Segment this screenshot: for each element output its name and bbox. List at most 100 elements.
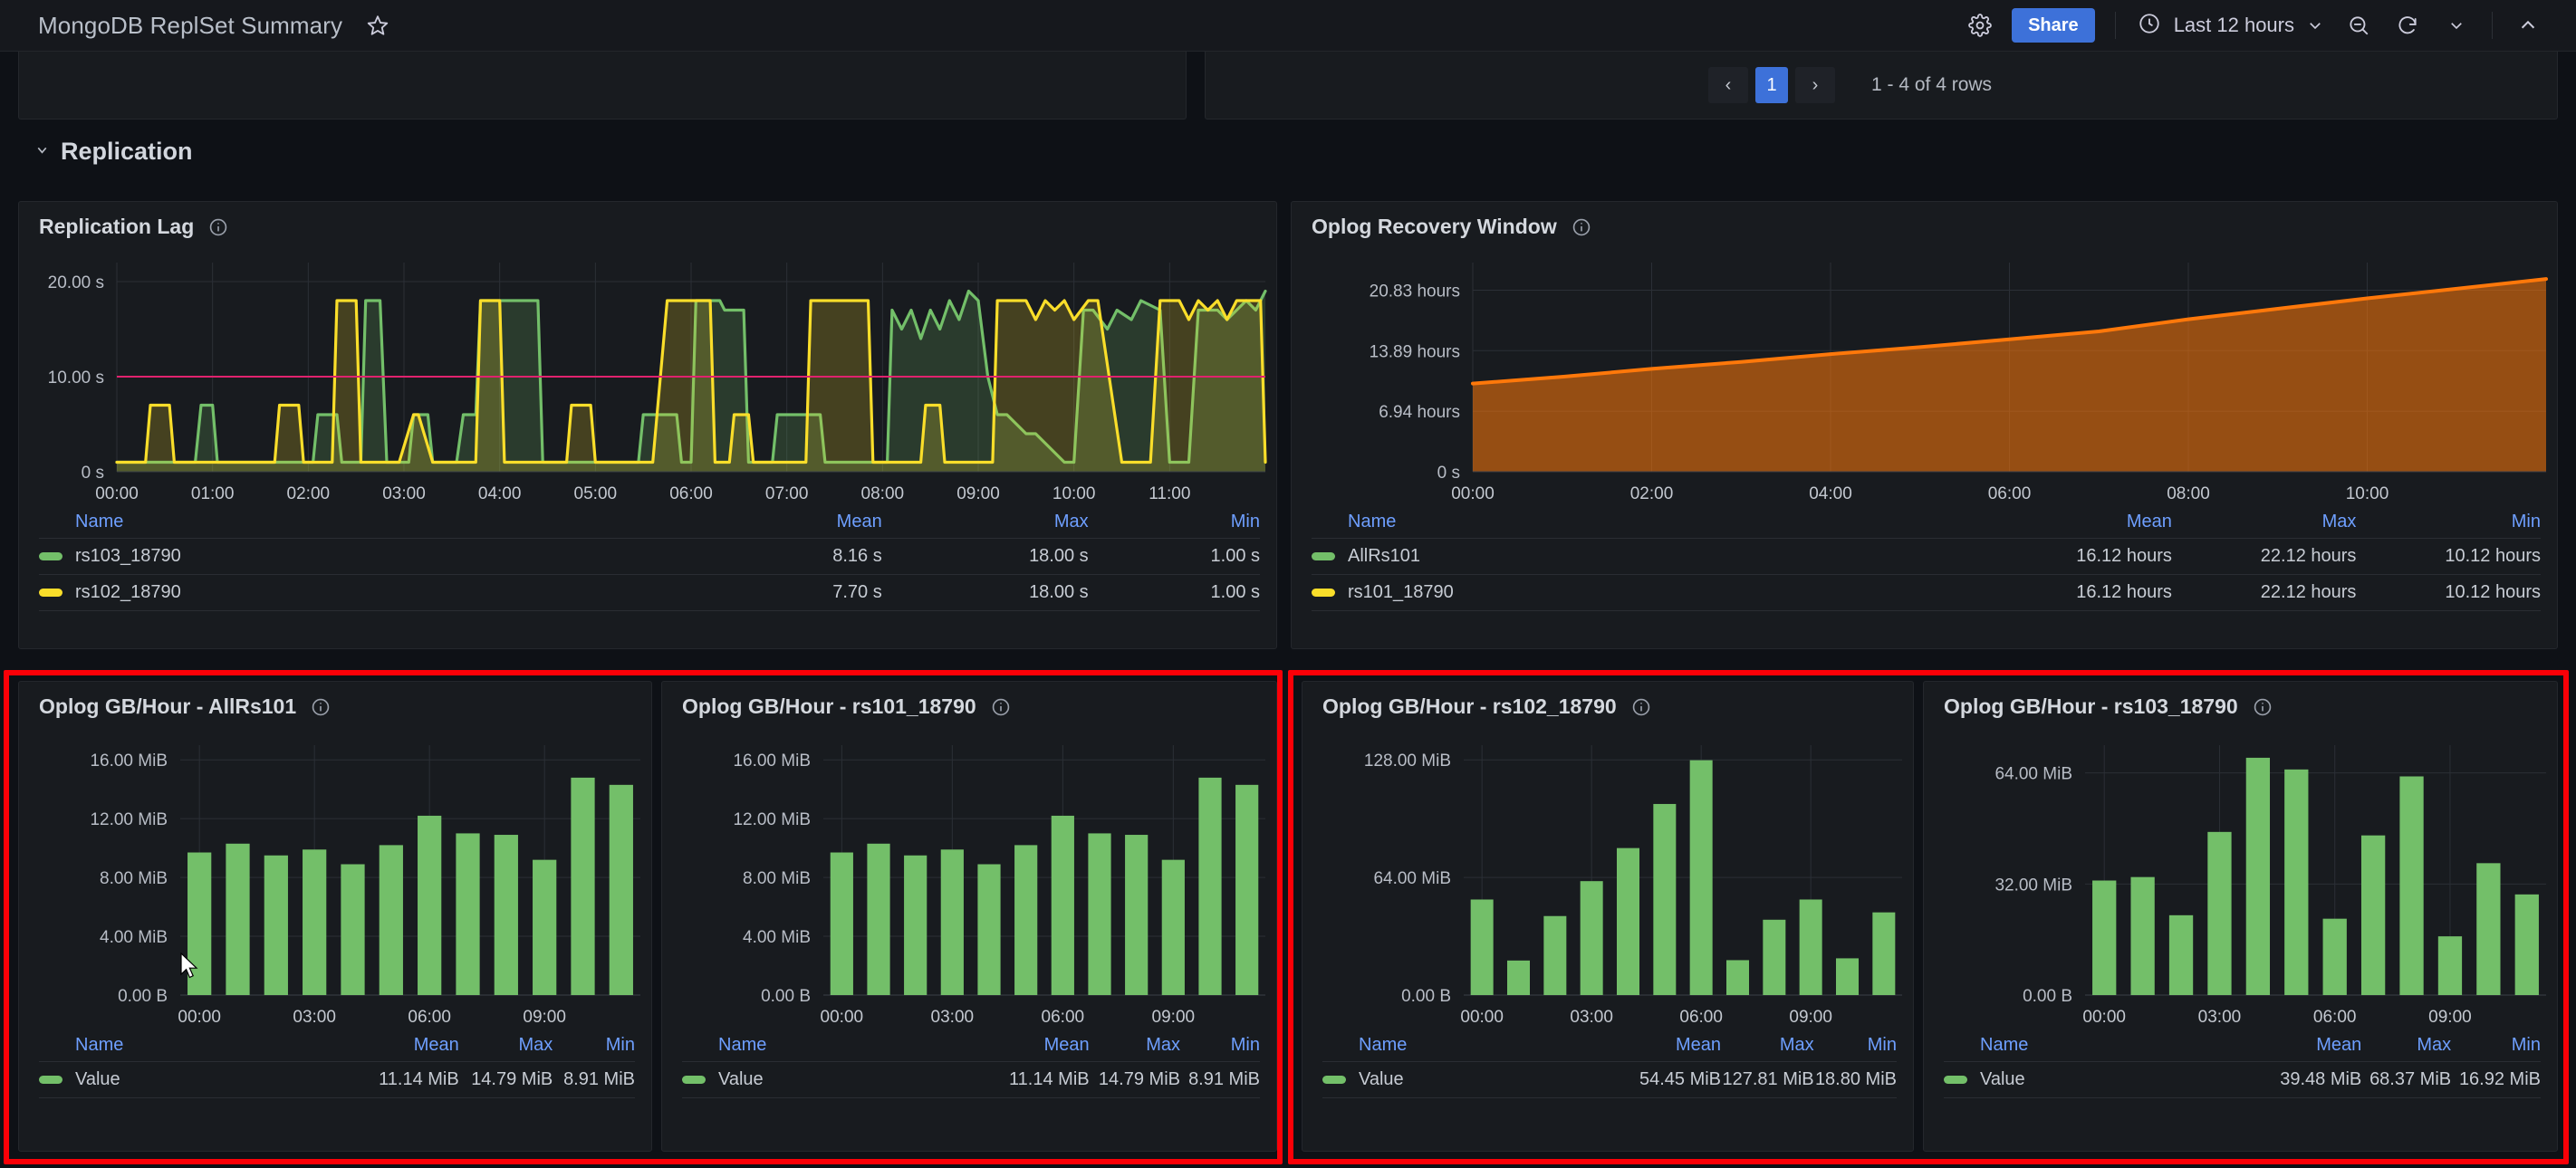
zoom-out-icon[interactable] [2334,5,2383,46]
legend-color-swatch[interactable] [39,589,62,597]
bar[interactable] [2437,936,2463,995]
bar[interactable] [379,845,403,995]
legend-header-mean[interactable]: Mean [710,510,882,539]
legend-color-swatch[interactable] [682,1076,706,1084]
legend-header-name[interactable]: Name [39,1033,367,1062]
bar[interactable] [494,835,518,995]
legend-color-swatch[interactable] [39,1076,62,1084]
legend-header-min[interactable]: Min [1180,1033,1260,1062]
bar[interactable] [1125,835,1149,995]
legend-series-name-cell[interactable]: rs101_18790 [1312,574,1988,611]
bar[interactable] [1725,960,1750,995]
legend-row[interactable]: Value 11.14 MiB 14.79 MiB 8.91 MiB [39,1061,635,1098]
legend-series-name-cell[interactable]: rs102_18790 [39,574,711,611]
bar[interactable] [1088,833,1111,995]
bar[interactable] [533,859,557,995]
bar[interactable] [571,777,595,995]
bar[interactable] [2245,757,2271,995]
bar[interactable] [2399,776,2424,996]
info-icon[interactable] [208,217,228,237]
bar[interactable] [867,843,890,995]
info-icon[interactable] [1631,697,1651,717]
bar[interactable] [226,843,250,995]
bar[interactable] [341,864,365,995]
bar[interactable] [2360,835,2386,995]
legend-row[interactable]: Value 11.14 MiB 14.79 MiB 8.91 MiB [682,1061,1260,1098]
legend-color-swatch[interactable] [1944,1076,1967,1084]
chart-replication-lag[interactable]: 0 s 10.00 s 20.00 s 00:00 01:00 02:00 03:00 04:… [19,252,1278,510]
star-icon[interactable] [366,14,389,37]
bar[interactable] [1763,919,1786,995]
legend-row[interactable]: rs102_18790 7.70 s 18.00 s 1.00 s [39,574,1260,611]
bar[interactable] [977,864,1001,995]
info-icon[interactable] [991,697,1011,717]
legend-color-swatch[interactable] [1312,552,1335,560]
legend-color-swatch[interactable] [39,552,62,560]
bar[interactable] [904,855,928,995]
bar[interactable] [2284,769,2309,995]
panel-header-oplog-gb-hour-allrs101[interactable]: Oplog GB/Hour - AllRs101 [39,694,331,719]
legend-series-name-cell[interactable]: AllRs101 [1312,538,1988,575]
time-range-picker[interactable]: Last 12 hours [2127,5,2334,45]
info-icon[interactable] [311,697,331,717]
legend-header-max[interactable]: Max [2361,1033,2451,1062]
chart-oplog-gb-hour-rs103[interactable]: 0.00 B 32.00 MiB 64.00 MiB 00:00 03:00 06:00 0… [1924,734,2559,1033]
legend-header-min[interactable]: Min [553,1033,635,1062]
chart-oplog-gb-hour-allrs101[interactable]: 0.00 B 4.00 MiB 8.00 MiB 12.00 MiB 16.00 MiB… [19,734,653,1033]
bar[interactable] [1872,912,1896,995]
legend-header-max[interactable]: Max [1090,1033,1180,1062]
legend-header-min[interactable]: Min [2356,510,2541,539]
bar[interactable] [609,784,633,995]
chart-oplog-gb-hour-rs102[interactable]: 0.00 B 64.00 MiB 128.00 MiB 00:00 03:00 06:00… [1302,734,1915,1033]
pagination-prev-button[interactable]: ‹ [1708,67,1748,103]
bar[interactable] [1835,958,1860,995]
bar[interactable] [264,855,288,995]
legend-header-min[interactable]: Min [1089,510,1260,539]
bar[interactable] [2130,876,2155,995]
legend-header-mean[interactable]: Mean [1000,1033,1090,1062]
legend-header-name[interactable]: Name [1322,1033,1639,1062]
bar[interactable] [1051,815,1074,995]
legend-color-swatch[interactable] [1322,1076,1346,1084]
pagination-page-1[interactable]: 1 [1755,67,1788,103]
pagination-next-button[interactable]: › [1795,67,1835,103]
legend-row[interactable]: rs101_18790 16.12 hours 22.12 hours 10.12 h… [1312,574,2541,611]
gear-icon[interactable] [1956,5,2004,46]
bar[interactable] [1506,960,1531,995]
share-button[interactable]: Share [2012,8,2095,43]
bar[interactable] [2514,894,2539,995]
bar[interactable] [1653,803,1677,995]
bar[interactable] [1014,845,1038,995]
panel-header-oplog-gb-hour-rs103[interactable]: Oplog GB/Hour - rs103_18790 [1944,694,2273,719]
refresh-icon[interactable] [2383,5,2432,46]
legend-series-name-cell[interactable]: Value [39,1061,367,1098]
panel-header-oplog-gb-hour-rs102[interactable]: Oplog GB/Hour - rs102_18790 [1322,694,1651,719]
legend-header-min[interactable]: Min [1814,1033,1897,1062]
chart-oplog-recovery-window[interactable]: 0 s 6.94 hours 13.89 hours 20.83 hours 00:00… [1292,252,2559,510]
legend-series-name-cell[interactable]: Value [1944,1061,2273,1098]
legend-header-mean[interactable]: Mean [1987,510,2172,539]
legend-header-mean[interactable]: Mean [1639,1033,1721,1062]
legend-header-name[interactable]: Name [39,510,710,539]
legend-header-mean[interactable]: Mean [367,1033,459,1062]
bar[interactable] [2168,914,2194,995]
collapse-toolbar-icon[interactable] [2504,5,2552,46]
bar[interactable] [303,849,327,995]
bar[interactable] [2476,863,2501,995]
info-icon[interactable] [2253,697,2273,717]
bar[interactable] [1198,777,1222,995]
legend-series-name-cell[interactable]: Value [682,1061,1000,1098]
bar[interactable] [2322,918,2347,995]
legend-header-max[interactable]: Max [459,1033,553,1062]
legend-header-max[interactable]: Max [882,510,1089,539]
bar[interactable] [830,852,853,995]
bar[interactable] [1689,760,1713,995]
bar[interactable] [1470,899,1494,995]
legend-header-name[interactable]: Name [1944,1033,2272,1062]
chart-oplog-gb-hour-rs101[interactable]: 0.00 B 4.00 MiB 8.00 MiB 12.00 MiB 16.00 MiB… [662,734,1278,1033]
legend-header-name[interactable]: Name [682,1033,1000,1062]
bar[interactable] [1543,915,1567,995]
legend-color-swatch[interactable] [1312,589,1335,597]
refresh-interval-chevron-icon[interactable] [2432,5,2481,46]
info-icon[interactable] [1572,217,1591,237]
